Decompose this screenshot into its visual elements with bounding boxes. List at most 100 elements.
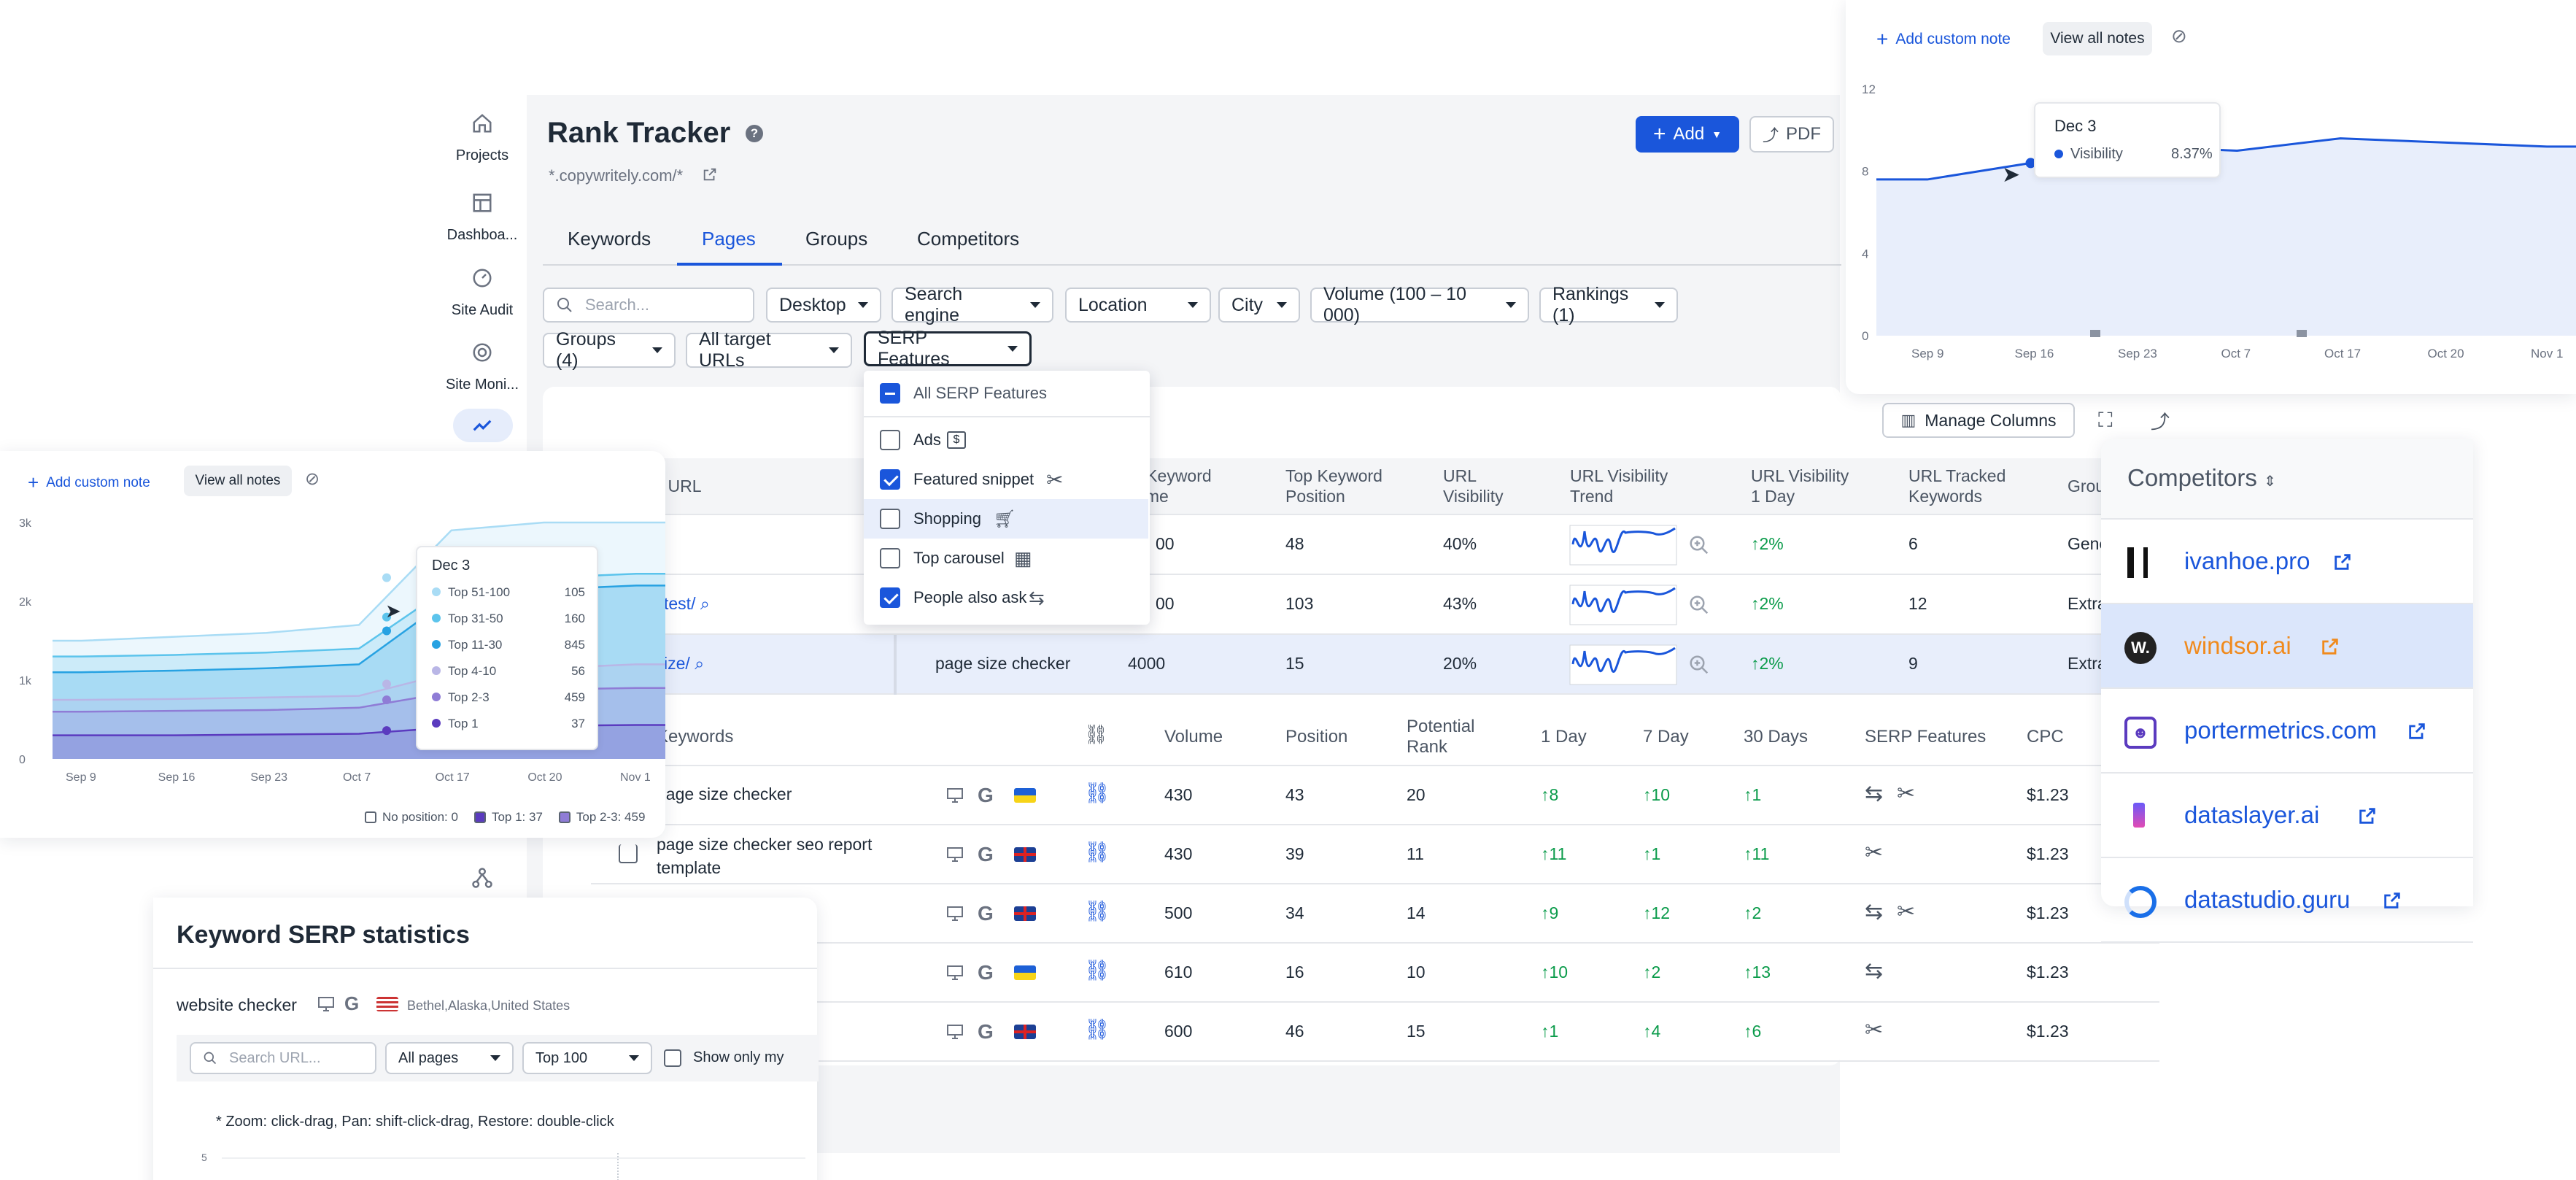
legend-checkbox[interactable] (558, 811, 570, 823)
featured-snippet-checkbox[interactable] (880, 469, 900, 490)
external-link-icon[interactable] (2357, 806, 2378, 826)
competitor-name[interactable]: portermetrics.com (2184, 717, 2377, 744)
external-link-icon[interactable] (702, 166, 718, 182)
tab-competitors[interactable]: Competitors (917, 228, 1019, 250)
sidebar-item-projects[interactable]: Projects (438, 102, 527, 168)
col-cpc[interactable]: CPC (2027, 727, 2064, 747)
data-point[interactable] (382, 573, 391, 582)
add-custom-note-button[interactable]: + Add custom note (28, 471, 150, 494)
zoom-icon[interactable] (1688, 534, 1710, 556)
competitors-title[interactable]: Competitors ⇕ (2127, 464, 2276, 492)
row-checkbox[interactable] (619, 844, 638, 863)
col-visibility[interactable]: URL Visibility (1443, 466, 1504, 506)
view-all-notes-button[interactable]: View all notes (2043, 22, 2152, 55)
search-icon[interactable]: ⌕ (700, 594, 710, 613)
dropdown-item-featured-snippet[interactable]: Featured snippet ✂ (864, 460, 1148, 499)
link-icon[interactable]: ⛓ (1084, 781, 1110, 805)
legend-item[interactable]: No position: 0 (365, 810, 458, 825)
help-icon[interactable]: ? (746, 125, 763, 142)
search-url-input[interactable]: Search URL... (190, 1042, 376, 1074)
dropdown-item-top-carousel[interactable]: Top carousel ▦ (864, 539, 1148, 578)
note-marker[interactable] (2090, 330, 2100, 337)
dropdown-item-ads[interactable]: Ads $ (864, 420, 1148, 460)
dropdown-item-all[interactable]: All SERP Features (864, 374, 1148, 413)
zoom-icon[interactable] (1688, 654, 1710, 676)
link-icon[interactable]: ⛓ (1084, 1017, 1110, 1041)
zoom-icon[interactable] (1688, 594, 1710, 616)
col-link[interactable]: ⛓ (1084, 724, 1108, 744)
competitor-item[interactable]: W. windsor.ai (2101, 604, 2473, 689)
col-trend[interactable]: URL Visibility Trend (1570, 466, 1668, 506)
competitor-name[interactable]: ivanhoe.pro (2184, 547, 2310, 575)
table-row[interactable]: page size checker seo report template G ⛓ 43… (591, 825, 2159, 884)
pdf-button[interactable]: ⤴ PDF (1749, 116, 1834, 153)
legend-checkbox[interactable] (365, 811, 376, 823)
competitor-item[interactable]: datastudio.guru (2101, 858, 2473, 943)
hide-notes-icon[interactable]: ⊘ (305, 468, 320, 490)
manage-columns-button[interactable]: ▥ Manage Columns (1882, 403, 2075, 438)
external-link-icon[interactable] (2320, 636, 2340, 657)
legend-item[interactable]: Top 1: 37 (473, 810, 543, 825)
data-point[interactable] (382, 679, 391, 689)
sidebar-item-site-audit[interactable]: Site Audit (438, 261, 527, 327)
pages-select[interactable]: All pages (385, 1042, 514, 1074)
note-marker[interactable] (2297, 330, 2307, 337)
groups-select[interactable]: Groups (4) (543, 329, 676, 371)
table-row[interactable]: G ⛓ 500 34 14 ↑9 ↑12 ↑2 ⇆ ✂ $1.23 (591, 884, 2159, 944)
top-carousel-checkbox[interactable] (880, 548, 900, 568)
location-select[interactable]: Location (1065, 288, 1211, 323)
target-urls-select[interactable]: All target URLs (686, 329, 852, 371)
table-row-selected[interactable]: ize/ ⌕ page size checker 4000 15 20% ↑2%… (642, 635, 2107, 695)
legend-checkbox[interactable] (473, 811, 486, 823)
col-volume[interactable]: Volume (1164, 727, 1223, 747)
external-link-icon[interactable] (2407, 721, 2427, 741)
dropdown-item-people-also-ask[interactable]: People also ask ⇆ (864, 578, 1148, 617)
data-point[interactable] (382, 695, 391, 704)
competitor-name[interactable]: datastudio.guru (2184, 886, 2351, 914)
network-icon[interactable] (471, 867, 493, 889)
rankings-select[interactable]: Rankings (1) (1539, 284, 1678, 325)
link-icon[interactable]: ⛓ (1084, 958, 1110, 982)
link-icon[interactable]: ⛓ (1084, 840, 1110, 864)
keyword-cell[interactable]: page size checker seo report template (657, 833, 872, 879)
tab-keywords[interactable]: Keywords (568, 228, 651, 250)
col-7day[interactable]: 7 Day (1643, 727, 1689, 747)
link-icon[interactable]: ⛓ (1084, 899, 1110, 923)
add-custom-note-button[interactable]: + Add custom note (1876, 28, 2011, 51)
engine-select[interactable]: Search engine (891, 284, 1053, 325)
url-cell[interactable]: test/ ⌕ (664, 594, 710, 614)
col-group[interactable]: Grou (2068, 476, 2105, 496)
competitor-item[interactable]: ivanhoe.pro (2101, 520, 2473, 604)
external-link-icon[interactable] (2332, 552, 2353, 572)
col-keywords[interactable]: Keywords (657, 727, 733, 747)
chart-toggle-icon[interactable]: ⤴ (2151, 407, 2170, 434)
col-top-position[interactable]: Top Keyword Position (1285, 466, 1382, 506)
hide-notes-icon[interactable]: ⊘ (2171, 25, 2187, 47)
col-serp[interactable]: SERP Features (1865, 727, 1986, 747)
data-point[interactable] (382, 726, 391, 736)
add-button[interactable]: + Add ▼ (1636, 116, 1739, 153)
competitor-item[interactable]: dataslayer.ai (2101, 774, 2473, 858)
volume-select[interactable]: Volume (100 – 10 000) (1310, 284, 1529, 325)
table-row[interactable]: 00 48 40% ↑2% 6 Gene (642, 515, 2108, 575)
sidebar-item-site-monitoring[interactable]: Site Moni... (438, 336, 527, 401)
legend-item[interactable]: Top 2-3: 459 (558, 810, 645, 825)
table-row[interactable]: o reportG⛓6004615↑1↑4↑6✂$1.23 (591, 1003, 2159, 1062)
device-select[interactable]: Desktop (766, 288, 881, 323)
table-row[interactable]: G ⛓ 610 16 10 ↑10 ↑2 ↑13 ⇆ $1.23 (591, 944, 2159, 1003)
tab-groups[interactable]: Groups (805, 228, 867, 250)
ads-checkbox[interactable] (880, 430, 900, 450)
col-1day[interactable]: 1 Day (1541, 727, 1587, 747)
view-all-notes-button[interactable]: View all notes (184, 466, 292, 496)
search-input[interactable]: Search... (543, 288, 754, 323)
city-select[interactable]: City (1218, 288, 1300, 323)
fullscreen-icon[interactable]: ⛶ (2098, 409, 2113, 433)
shopping-checkbox[interactable] (880, 509, 900, 529)
top-select[interactable]: Top 100 (522, 1042, 652, 1074)
col-position[interactable]: Position (1285, 727, 1347, 747)
col-vis-1day[interactable]: URL Visibility 1 Day (1751, 466, 1849, 506)
competitor-name[interactable]: windsor.ai (2184, 632, 2291, 660)
all-checkbox[interactable] (880, 383, 900, 404)
url-cell[interactable]: ize/ ⌕ (664, 654, 704, 674)
table-row[interactable]: test/ ⌕ 00 103 43% ↑2% 12 Extra (642, 575, 2107, 635)
